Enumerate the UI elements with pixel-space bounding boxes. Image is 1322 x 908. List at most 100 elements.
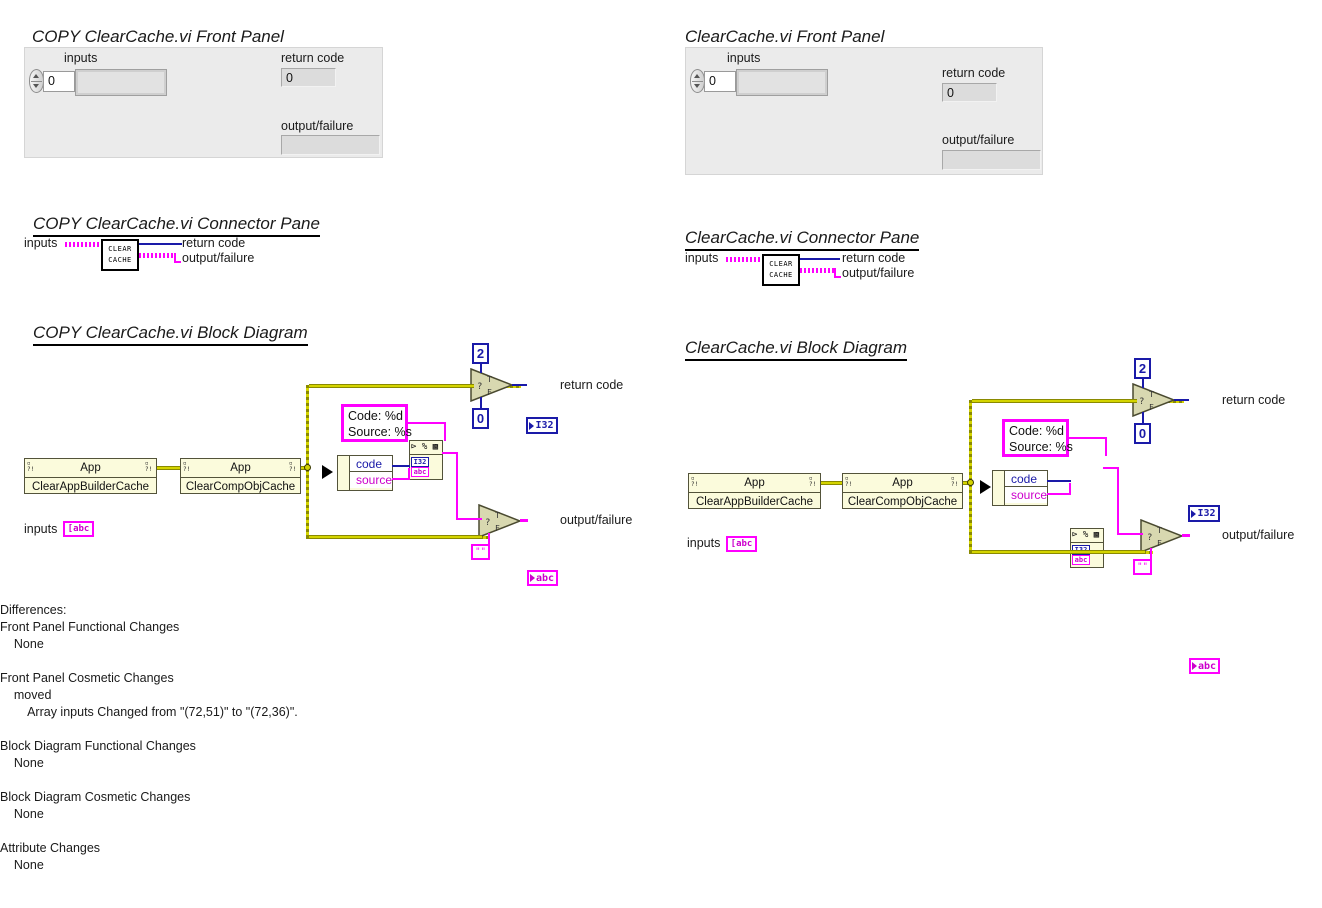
right-bd-format-into-string-node[interactable]: ⊳ % ▩ I32 abc <box>1070 528 1104 568</box>
left-bd-output-failure-label: output/failure <box>560 513 633 527</box>
left-bd-select-node-output-failure[interactable]: ? T F <box>478 503 523 543</box>
left-bd-wire-select-to-output-failure <box>520 519 528 522</box>
left-bd-app-node-2[interactable]: ▫?! ▫?! App ClearCompObjCache <box>180 458 301 494</box>
left-bd-format-string-constant[interactable]: Code: %d Source: %s <box>341 404 412 442</box>
left-fp-array-control[interactable]: 0 <box>29 68 167 96</box>
left-bd-node2-method: ClearCompObjCache <box>185 481 296 493</box>
left-bd-app-node-1[interactable]: ▫?! ▫?! App ClearAppBuilderCache <box>24 458 157 494</box>
differences-line: None <box>0 858 44 872</box>
differences-line: None <box>0 637 44 651</box>
left-bd-empty-string-constant[interactable]: "" <box>471 544 490 560</box>
svg-text:F: F <box>1149 403 1154 412</box>
right-bd-node1-in-terminal-icon: ▫?! <box>691 475 699 488</box>
left-bd-inputs-terminal[interactable]: [abc <box>63 521 94 537</box>
left-bd-return-code-label: return code <box>560 378 624 392</box>
right-bd-unbundle-node[interactable]: code source <box>992 470 1048 506</box>
differences-line: moved <box>0 688 52 702</box>
right-bd-unbundle-input-stub <box>993 471 1005 505</box>
right-bd-numeric-constant-false[interactable]: 0 <box>1134 423 1151 444</box>
right-bd-wire-source-up <box>1069 483 1071 495</box>
right-cp-inputs-wire <box>726 257 763 262</box>
right-fp-array-index-value[interactable]: 0 <box>704 71 736 92</box>
right-fp-return-code-label: return code <box>942 66 1006 80</box>
left-bd-wire-fmt-to-select <box>456 518 482 520</box>
right-bd-return-code-terminal[interactable]: I32 <box>1188 505 1220 522</box>
left-fp-output-failure-indicator <box>281 135 380 155</box>
right-bd-numeric-constant-true[interactable]: 2 <box>1134 358 1151 379</box>
right-fp-array-control[interactable]: 0 <box>690 68 828 96</box>
right-cp-vi-icon: CLEAR CACHE <box>762 254 800 286</box>
differences-line <box>0 653 420 670</box>
left-cp-return-code-wire <box>139 243 182 245</box>
left-bd-node1-header: App <box>80 462 101 474</box>
right-bd-app-node-2[interactable]: ▫?! ▫?! App ClearCompObjCache <box>842 473 963 509</box>
left-bd-return-code-terminal[interactable]: I32 <box>526 417 558 434</box>
differences-line: None <box>0 756 44 770</box>
svg-text:T: T <box>487 375 492 384</box>
left-fp-array-index-spinner[interactable] <box>29 69 44 93</box>
left-bd-unbundle-node[interactable]: code source <box>337 455 393 491</box>
right-fp-array-index-spinner[interactable] <box>690 69 705 93</box>
differences-line: Block Diagram Cosmetic Changes <box>0 790 191 804</box>
left-bd-unbundle-code-row: code <box>349 456 392 472</box>
right-bd-wire-fmt-down <box>1117 467 1119 535</box>
left-bd-olive-to-bottom-select <box>309 535 482 539</box>
right-bd-select-node-return-code[interactable]: ? T F <box>1132 382 1177 422</box>
svg-text:?: ? <box>485 518 490 528</box>
right-cp-inputs-label: inputs <box>685 251 719 265</box>
differences-line <box>0 823 420 840</box>
right-bd-inputs-label: inputs <box>687 536 721 550</box>
differences-line: None <box>0 807 44 821</box>
right-cp-return-code-label: return code <box>842 251 906 265</box>
left-cp-return-code-label: return code <box>182 236 246 250</box>
left-fp-array-data-field[interactable] <box>75 69 167 96</box>
left-bd-wire-const0-to-select <box>480 397 482 408</box>
svg-text:?: ? <box>1147 533 1152 543</box>
left-block-diagram-title: COPY ClearCache.vi Block Diagram <box>33 323 308 346</box>
right-fp-output-failure-label: output/failure <box>942 133 1015 147</box>
right-bd-unbundle-input-arrow <box>980 480 991 494</box>
differences-line: Block Diagram Functional Changes <box>0 739 196 753</box>
left-bd-unbundle-input-stub <box>338 456 350 490</box>
right-bd-wire-strconst-out <box>1069 437 1107 439</box>
differences-line <box>0 721 420 738</box>
right-bd-unbundle-code-row: code <box>1004 471 1047 487</box>
right-bd-format-string-constant[interactable]: Code: %d Source: %s <box>1002 419 1073 457</box>
right-bd-app-node-1[interactable]: ▫?! ▫?! App ClearAppBuilderCache <box>688 473 821 509</box>
left-bd-format-into-string-node[interactable]: ⊳ % ▩ I32 abc <box>409 440 443 480</box>
svg-text:F: F <box>487 388 492 397</box>
left-bd-select-node-return-code[interactable]: ? T F <box>470 367 515 407</box>
left-bd-numeric-constant-true[interactable]: 2 <box>472 343 489 364</box>
right-bd-wire-const2-to-select <box>1142 379 1144 388</box>
left-bd-unbundle-input-arrow <box>322 465 333 479</box>
right-bd-wire-emptystr-to-select <box>1150 548 1152 559</box>
left-cp-output-failure-label: output/failure <box>182 251 255 265</box>
left-bd-node2-out-terminal-icon: ▫?! <box>289 460 297 473</box>
left-bd-format-string-line2: Source: %s <box>348 425 412 439</box>
right-cp-return-code-wire <box>800 258 840 260</box>
right-bd-empty-string-constant[interactable]: "" <box>1133 559 1152 575</box>
left-bd-wire-code-out <box>392 465 410 467</box>
left-fp-array-index-value[interactable]: 0 <box>43 71 75 92</box>
left-bd-wire-select-to-return-code <box>512 384 527 386</box>
left-bd-structure-left-edge <box>306 385 309 539</box>
left-bd-numeric-constant-false[interactable]: 0 <box>472 408 489 429</box>
left-bd-wire-strconst-out <box>408 422 446 424</box>
right-bd-unbundle-source-row: source <box>1004 487 1047 503</box>
right-bd-node2-method: ClearCompObjCache <box>847 496 958 508</box>
svg-text:F: F <box>1157 539 1162 548</box>
left-bd-wire-emptystr-to-select <box>488 533 490 544</box>
right-bd-error-wire-junction <box>967 479 974 486</box>
svg-text:?: ? <box>477 382 482 392</box>
right-bd-output-failure-terminal[interactable]: abc <box>1189 658 1220 674</box>
right-fp-array-data-field[interactable] <box>736 69 828 96</box>
right-bd-format-string-line2: Source: %s <box>1009 440 1073 454</box>
differences-line <box>0 772 420 789</box>
right-fp-return-code-indicator: 0 <box>942 83 997 102</box>
right-fp-inputs-label: inputs <box>727 51 761 65</box>
left-bd-inputs-label: inputs <box>24 522 58 536</box>
left-bd-output-failure-terminal[interactable]: abc <box>527 570 558 586</box>
left-cp-vi-icon: CLEAR CACHE <box>101 239 139 271</box>
right-bd-select-node-output-failure[interactable]: ? T F <box>1140 518 1185 558</box>
right-bd-inputs-terminal[interactable]: [abc <box>726 536 757 552</box>
